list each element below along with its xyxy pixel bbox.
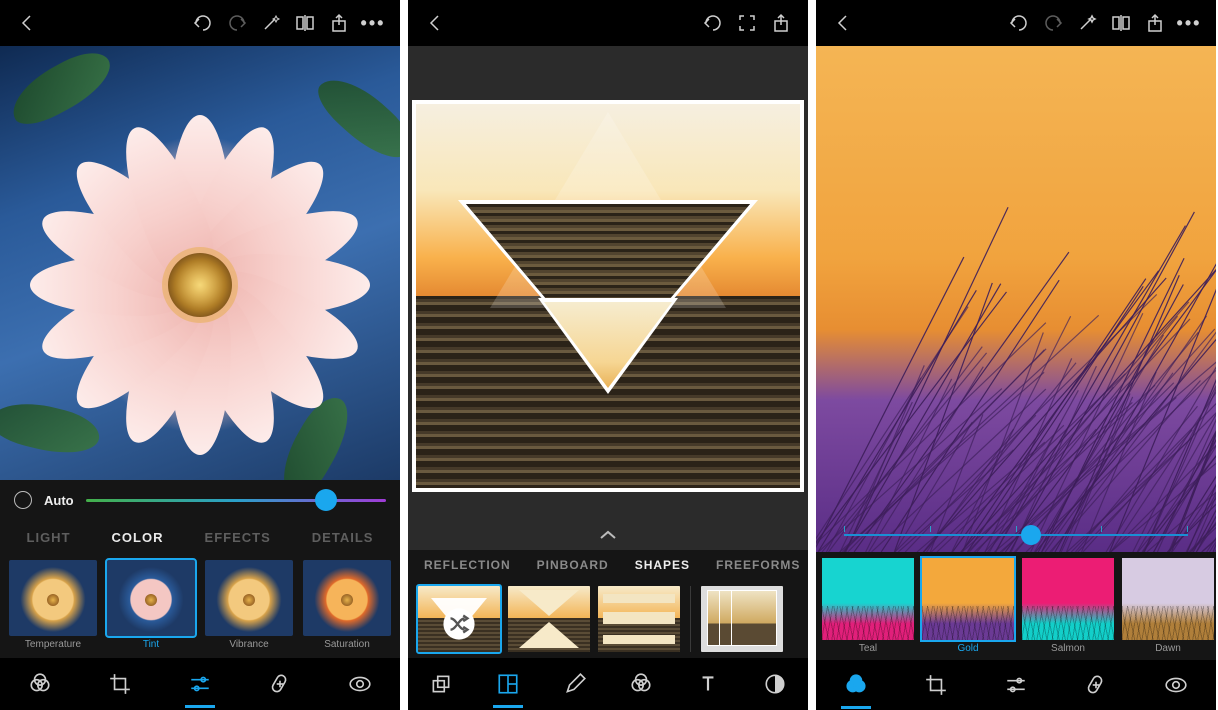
redo-icon[interactable] — [220, 0, 254, 46]
adjust-thumb-vibrance[interactable]: Vibrance — [204, 560, 294, 658]
redeye-icon[interactable] — [337, 661, 383, 707]
more-icon[interactable]: ••• — [356, 0, 390, 46]
shape-thumb-hourglass[interactable] — [508, 586, 590, 652]
intensity-slider[interactable] — [844, 526, 1188, 536]
sliders-icon[interactable] — [993, 662, 1039, 708]
share-icon[interactable] — [1138, 0, 1172, 46]
top-bar — [408, 0, 808, 46]
intensity-slider-thumb[interactable] — [1021, 525, 1041, 545]
looks-icon[interactable] — [833, 662, 879, 708]
adjust-slider-row: Auto — [0, 480, 400, 520]
bottom-toolbar — [816, 660, 1216, 710]
preset-label: Teal — [859, 643, 877, 654]
preset-teal[interactable]: Teal — [822, 558, 914, 660]
shape-thumb-stack[interactable] — [701, 586, 783, 652]
crop-icon[interactable] — [97, 661, 143, 707]
back-icon[interactable] — [418, 0, 452, 46]
auto-toggle-icon[interactable] — [14, 491, 32, 509]
mix-frame — [412, 100, 804, 492]
image-canvas[interactable] — [0, 46, 400, 480]
image-canvas[interactable] — [408, 46, 808, 520]
preset-label: Gold — [957, 643, 978, 654]
share-icon[interactable] — [764, 0, 798, 46]
tab-details[interactable]: DETAILS — [312, 530, 374, 545]
bottom-toolbar — [408, 658, 808, 710]
redeye-icon[interactable] — [1153, 662, 1199, 708]
adjust-slider-thumb[interactable] — [315, 489, 337, 511]
layers-icon[interactable] — [418, 661, 464, 707]
adjust-thumb-saturation[interactable]: Saturation — [302, 560, 392, 658]
back-icon[interactable] — [10, 0, 44, 46]
redo-icon[interactable] — [1036, 0, 1070, 46]
compare-icon[interactable] — [288, 0, 322, 46]
bottom-toolbar — [0, 658, 400, 710]
back-icon[interactable] — [826, 0, 860, 46]
adjustment-thumbnails: Temperature Tint Vibrance Saturation — [0, 554, 400, 658]
preset-thumbnails: Teal Gold Salmon Dawn — [816, 552, 1216, 660]
tab-reflection[interactable]: REFLECTION — [424, 558, 511, 572]
blend-icon[interactable] — [752, 661, 798, 707]
heal-icon[interactable] — [1073, 662, 1119, 708]
magic-wand-icon[interactable] — [254, 0, 288, 46]
category-tabs: LIGHT COLOR EFFECTS DETAILS — [0, 520, 400, 554]
tab-pinboard[interactable]: PINBOARD — [537, 558, 609, 572]
layout-icon[interactable] — [485, 661, 531, 707]
tab-light[interactable]: LIGHT — [27, 530, 71, 545]
tab-freeforms[interactable]: FREEFORMS — [716, 558, 800, 572]
fullscreen-icon[interactable] — [730, 0, 764, 46]
auto-label[interactable]: Auto — [44, 493, 74, 508]
adjust-thumb-label: Saturation — [324, 639, 370, 650]
top-bar: ••• — [0, 0, 400, 46]
adjust-thumb-temperature[interactable]: Temperature — [8, 560, 98, 658]
crop-icon[interactable] — [913, 662, 959, 708]
looks-icon[interactable] — [17, 661, 63, 707]
adjust-thumb-label: Vibrance — [229, 639, 268, 650]
preset-label: Dawn — [1155, 643, 1181, 654]
editor-screen-mix: REFLECTION PINBOARD SHAPES FREEFORMS — [408, 0, 808, 710]
adjust-thumb-label: Tint — [143, 639, 159, 650]
magic-wand-icon[interactable] — [1070, 0, 1104, 46]
looks-icon[interactable] — [618, 661, 664, 707]
expand-panel[interactable] — [408, 520, 808, 550]
share-icon[interactable] — [322, 0, 356, 46]
undo-icon[interactable] — [186, 0, 220, 46]
preset-gold[interactable]: Gold — [922, 558, 1014, 660]
preset-dawn[interactable]: Dawn — [1122, 558, 1214, 660]
compare-icon[interactable] — [1104, 0, 1138, 46]
adjust-slider[interactable] — [86, 499, 386, 502]
sliders-icon[interactable] — [177, 661, 223, 707]
top-bar: ••• — [816, 0, 1216, 46]
mix-thumbnails — [408, 580, 808, 658]
more-icon[interactable]: ••• — [1172, 0, 1206, 46]
tab-effects[interactable]: EFFECTS — [205, 530, 271, 545]
adjust-thumb-label: Temperature — [25, 639, 81, 650]
pencil-icon[interactable] — [552, 661, 598, 707]
tab-color[interactable]: COLOR — [112, 530, 164, 545]
tab-shapes[interactable]: SHAPES — [635, 558, 690, 572]
heal-icon[interactable] — [257, 661, 303, 707]
editor-screen-looks: ••• Teal Gold Salmon Dawn — [816, 0, 1216, 710]
shape-thumb-bars[interactable] — [598, 586, 680, 652]
undo-icon[interactable] — [1002, 0, 1036, 46]
image-canvas[interactable] — [816, 46, 1216, 552]
shuffle-icon — [442, 607, 476, 641]
shape-thumb-shuffle[interactable] — [418, 586, 500, 652]
preset-salmon[interactable]: Salmon — [1022, 558, 1114, 660]
preset-label: Salmon — [1051, 643, 1085, 654]
mix-category-tabs: REFLECTION PINBOARD SHAPES FREEFORMS — [408, 550, 808, 580]
editor-screen-adjust: ••• Auto LIGHT COLOR EFFECTS DETAILS Temper… — [0, 0, 400, 710]
undo-icon[interactable] — [696, 0, 730, 46]
text-icon[interactable] — [685, 661, 731, 707]
adjust-thumb-tint[interactable]: Tint — [106, 560, 196, 658]
